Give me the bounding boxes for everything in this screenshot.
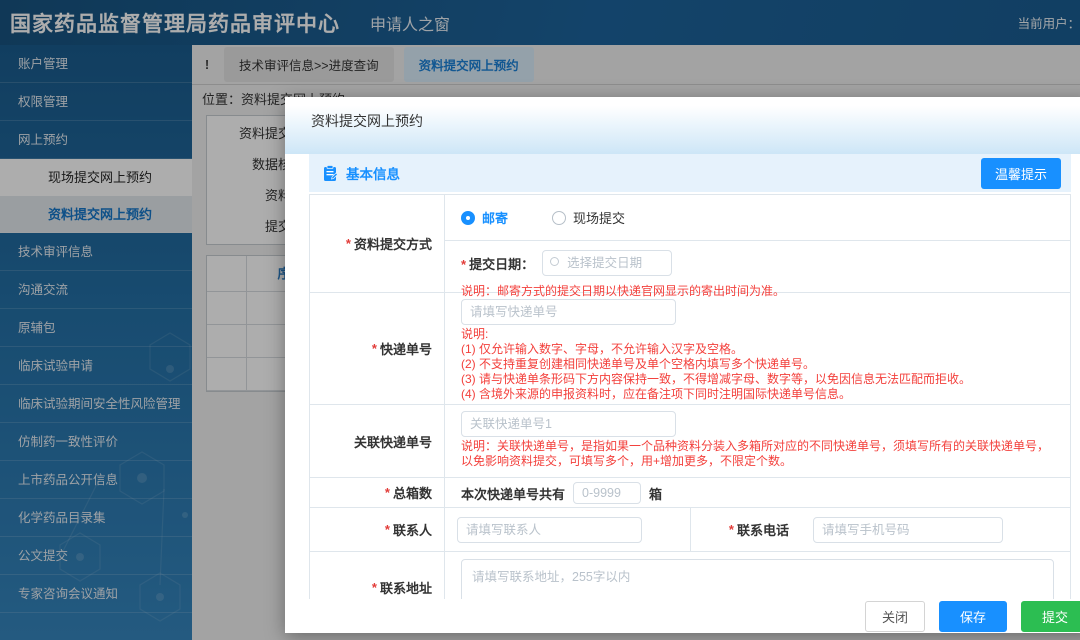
- field-label-total-boxes: * 总箱数: [310, 478, 445, 508]
- radio-mail[interactable]: 邮寄: [461, 208, 508, 227]
- dialog-title: 资料提交网上预约: [285, 97, 1080, 155]
- basic-info-section-bar: 基本信息 温馨提示: [309, 154, 1071, 193]
- contact-name-input[interactable]: [457, 516, 642, 543]
- tracking-number-notes: 说明: (1) 仅允许输入数字、字母，不允许输入汉字及空格。 (2) 不支持重复…: [461, 327, 972, 402]
- tracking-number-input[interactable]: [461, 299, 676, 326]
- app-window: 国家药品监督管理局药品审评中心 申请人之窗 当前用户：80 账户管理 权限管理 …: [0, 0, 1080, 640]
- clipboard-icon: [324, 165, 338, 181]
- field-label-address: * 联系地址: [310, 552, 445, 600]
- section-title: 基本信息: [346, 167, 400, 183]
- boxes-prefix: 本次快递单号共有: [461, 486, 566, 502]
- radio-onsite[interactable]: 现场提交: [552, 208, 625, 227]
- total-boxes-input[interactable]: [573, 482, 642, 505]
- contact-address-input[interactable]: [461, 559, 1054, 600]
- field-label-contact: * 联系人: [310, 508, 445, 552]
- related-tracking-note: 说明：关联快递单号，是指如果一个品种资料分装入多箱所对应的不同快递单号，须填写所…: [461, 439, 1050, 469]
- field-label-submit-method: * 资料提交方式: [310, 195, 445, 293]
- material-booking-dialog: 资料提交网上预约 基本信息 温馨提示 * 资料提交方式 邮寄 现场提交 * 提交…: [285, 97, 1080, 633]
- close-button[interactable]: 关闭: [864, 600, 925, 632]
- form-area: * 资料提交方式 邮寄 现场提交 * 提交日期： 选择提交日期 说明：邮寄方式的…: [309, 194, 1071, 600]
- radio-selected-icon: [461, 210, 475, 225]
- radio-unselected-icon: [552, 210, 567, 225]
- field-label-related-tracking: 关联快递单号: [310, 405, 445, 478]
- boxes-suffix: 箱: [649, 486, 663, 502]
- dialog-footer: 关闭 保存 提交: [285, 599, 1080, 633]
- field-label-submit-date: * 提交日期：: [461, 256, 535, 272]
- warm-tip-button[interactable]: 温馨提示: [980, 157, 1061, 189]
- dialog-body: 基本信息 温馨提示 * 资料提交方式 邮寄 现场提交 * 提交日期： 选择提交日…: [285, 154, 1080, 600]
- save-button[interactable]: 保存: [938, 600, 1007, 632]
- related-tracking-input[interactable]: [461, 411, 676, 438]
- submit-button[interactable]: 提交: [1020, 600, 1080, 632]
- field-label-tracking-number: * 快递单号: [310, 293, 445, 405]
- field-label-phone: * 联系电话: [728, 522, 789, 539]
- contact-phone-input[interactable]: [813, 516, 1003, 543]
- submit-date-input[interactable]: [542, 250, 673, 277]
